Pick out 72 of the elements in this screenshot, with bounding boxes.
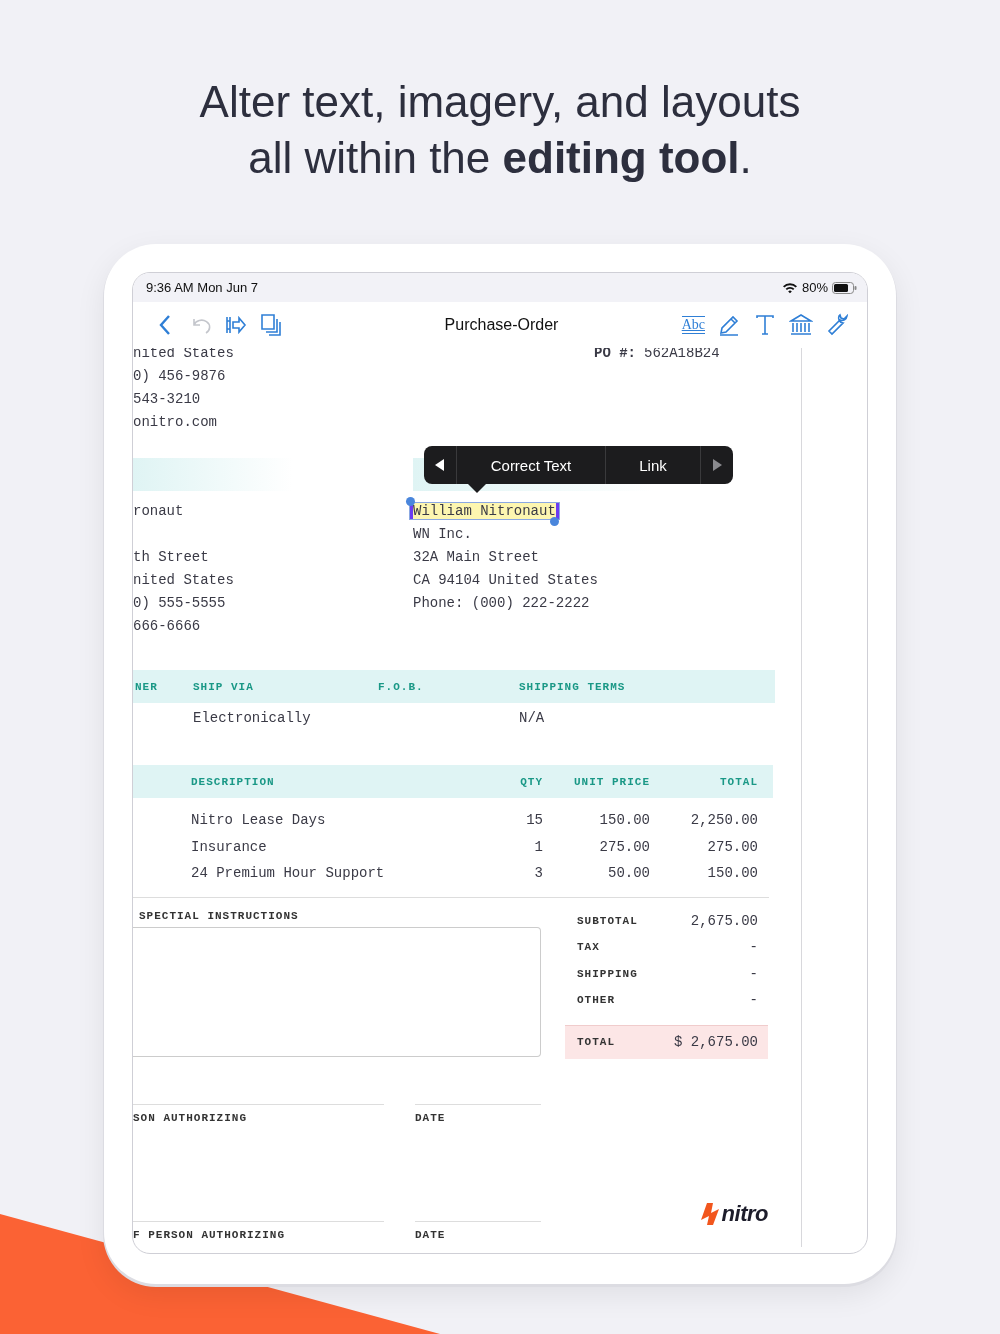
pen-icon[interactable] (717, 313, 741, 337)
total-label: TAX (577, 941, 600, 954)
field-label: SPECTIAL INSTRUCTIONS (139, 908, 300, 924)
total-label: SHIPPING (577, 967, 638, 980)
bill-to-name: ronaut (133, 502, 184, 521)
wrench-icon[interactable] (825, 313, 849, 337)
table-cell-text: 50.00 (607, 865, 650, 882)
popup-pointer (468, 484, 486, 493)
wifi-icon (781, 281, 798, 294)
signature-label: SON AUTHORIZING (133, 1103, 384, 1125)
table-cell-text: 150.00 (598, 812, 650, 829)
table-cell-text: 275.00 (706, 838, 758, 855)
table-cell-text: 3 (533, 865, 543, 882)
spellcheck-tool[interactable]: Abc (681, 316, 705, 334)
table-cell-text: 150.00 (706, 865, 758, 882)
total-label: TOTAL (577, 1036, 615, 1048)
address-line: WN Inc. (413, 525, 472, 544)
address-line: 666-6666 (133, 617, 201, 636)
signature-label: F PERSON AUTHORIZING (133, 1220, 384, 1242)
selection-handle[interactable] (550, 517, 559, 526)
table-cell-text: 275.00 (598, 838, 650, 855)
text-tool-icon[interactable] (753, 313, 777, 337)
sender-line: 0) 456-9876 (133, 367, 226, 386)
address-line: Phone: (000) 222-2222 (413, 594, 590, 613)
selected-text[interactable]: William Nitronaut (410, 503, 559, 519)
logo-mark-icon (700, 1200, 721, 1227)
logo-text: nitro (721, 1200, 768, 1227)
table-cell-text: Electronically (193, 710, 312, 726)
column-header: F.O.B. (378, 680, 425, 693)
column-header: QTY (519, 775, 543, 788)
table-cell-text: N/A (519, 710, 546, 726)
reflow-icon[interactable] (224, 313, 248, 337)
total-value: $ 2,675.00 (674, 1034, 758, 1050)
table-cell-text: 24 Premium Hour Support (191, 865, 386, 882)
headline: Alter text, imagery, and layouts all within the editing tool. (198, 76, 802, 184)
column-header: UNIT PRICE (573, 775, 650, 788)
selection-handle[interactable] (406, 497, 415, 506)
po-label: PO #: (594, 348, 636, 361)
menu-item[interactable]: Correct Text (456, 446, 606, 484)
table-cell-text: Insurance (191, 838, 268, 855)
sender-line: 543-3210 (133, 390, 201, 409)
total-label: OTHER (577, 994, 615, 1007)
column-header: NER (135, 680, 159, 693)
battery-icon (832, 281, 857, 294)
po-number: 562A18B24 (644, 348, 720, 361)
table-cell-text: 15 (525, 812, 543, 829)
total-value: - (749, 992, 758, 1009)
column-header: TOTAL (719, 775, 758, 788)
date-label: DATE (415, 1220, 541, 1242)
pages-icon[interactable] (259, 313, 283, 337)
address-line: CA 94104 United States (413, 571, 598, 590)
address-line: 32A Main Street (413, 548, 540, 567)
column-header: DESCRIPTION (191, 775, 276, 788)
instructions-field[interactable] (133, 926, 541, 1057)
total-value: 2,675.00 (690, 912, 758, 929)
sender-line: onitro.com (133, 413, 217, 432)
column-header: SHIPPING TERMS (519, 680, 627, 693)
table-cell-text: 2,250.00 (689, 812, 758, 829)
battery-percent: 80% (801, 280, 828, 295)
document-title: Purchase-Order (444, 316, 559, 334)
table-cell-text: 1 (533, 838, 543, 855)
address-line: 0) 555-5555 (133, 594, 226, 613)
table-cell-text: Nitro Lease Days (191, 812, 327, 829)
date-label: DATE (415, 1103, 541, 1125)
address-line: nited States (133, 571, 234, 590)
total-label: SUBTOTAL (577, 914, 638, 927)
total-value: - (749, 965, 758, 982)
bank-icon[interactable] (789, 313, 813, 337)
address-line: th Street (133, 548, 209, 567)
total-value: - (749, 939, 758, 956)
status-time: 9:36 AM Mon Jun 7 (146, 280, 258, 295)
column-header: SHIP VIA (193, 680, 255, 693)
